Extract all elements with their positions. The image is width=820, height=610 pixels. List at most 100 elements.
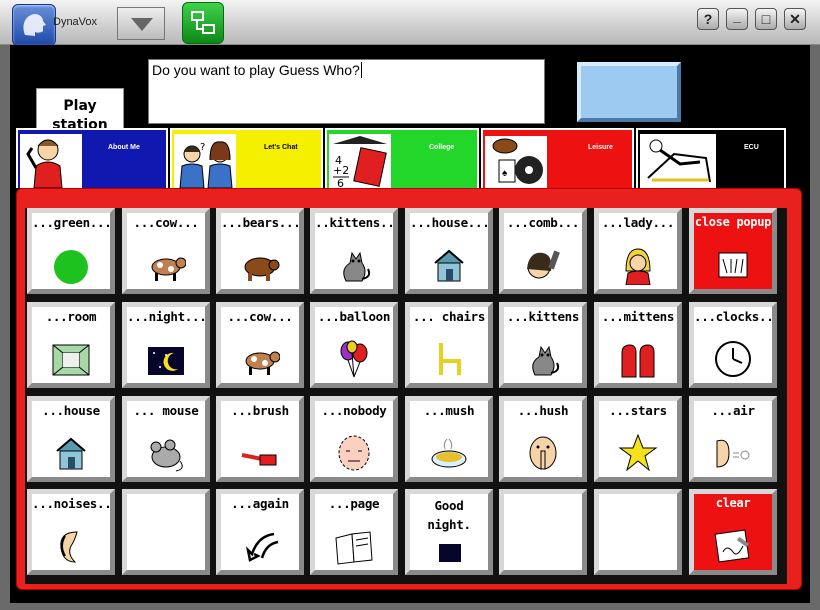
symbol-button-good-night[interactable]: Good night.: [405, 489, 493, 575]
symbol-label: ...night...: [127, 309, 205, 324]
room-icon: [51, 339, 91, 379]
symbol-label: Good night.: [427, 498, 471, 532]
symbol-label: ...bears...: [221, 215, 299, 230]
symbol-label: ...page: [328, 496, 380, 511]
symbol-button-cow[interactable]: ...cow...: [216, 302, 304, 388]
symbol-label: ...brush: [231, 403, 289, 418]
help-button[interactable]: ?: [697, 8, 719, 30]
tab-about-me[interactable]: About Me: [16, 128, 168, 189]
symbol-button-mittens[interactable]: ...mittens: [594, 302, 682, 388]
svg-text:+2: +2: [333, 164, 349, 177]
ear-icon: [51, 526, 91, 566]
symbol-button-kittens[interactable]: ..kittens..: [310, 208, 398, 294]
symbol-button-mouse[interactable]: ... mouse: [122, 396, 210, 482]
tab-leisure[interactable]: ♠ Leisure: [481, 128, 634, 190]
balloon-icon: [334, 339, 374, 379]
symbol-label: ...room: [45, 309, 97, 324]
symbol-button-balloon[interactable]: ...balloon: [310, 302, 398, 388]
star-icon: [618, 433, 658, 473]
symbol-button-room[interactable]: ...room: [27, 302, 115, 388]
symbol-button-kittens[interactable]: ...kittens: [499, 302, 587, 388]
tab-lets-chat[interactable]: ? Let's Chat: [170, 128, 323, 189]
symbol-button-air[interactable]: ...air: [689, 396, 777, 482]
symbol-label: clear: [715, 496, 751, 510]
message-text: Do you want to play Guess Who?: [152, 62, 360, 78]
symbol-label: ...hush: [517, 403, 569, 418]
symbol-button-night[interactable]: ...night...: [122, 302, 210, 388]
symbol-label: ...green...: [32, 215, 110, 230]
symbol-label: ...house: [42, 403, 100, 418]
cow-icon: [146, 245, 187, 285]
symbol-label: ...balloon: [317, 309, 391, 324]
about-me-icon: [20, 134, 82, 189]
symbol-button-empty[interactable]: [499, 489, 587, 575]
chair-icon: [429, 339, 469, 379]
nobody-icon: [334, 433, 374, 473]
house-icon: [429, 245, 469, 285]
air-icon: [713, 433, 753, 473]
symbol-button-house[interactable]: ...house: [27, 396, 115, 482]
book-icon: [334, 526, 374, 566]
symbol-button-close-popup[interactable]: close popup: [689, 208, 777, 294]
cow-icon: [240, 339, 281, 379]
symbol-button-bears[interactable]: ...bears...: [216, 208, 304, 294]
title-bar: DynaVox ? _ □ ✕: [0, 0, 820, 46]
symbol-button-clocks[interactable]: ...clocks...: [689, 302, 777, 388]
close-popup-icon: [713, 245, 753, 285]
text-caret: [360, 62, 362, 78]
message-window[interactable]: Do you want to play Guess Who?: [148, 59, 545, 124]
hush-icon: [523, 433, 563, 473]
symbol-label: ...clocks...: [694, 309, 772, 324]
symbol-label: ..kittens..: [315, 215, 393, 230]
brush-icon: [240, 433, 280, 473]
menu-dropdown-button[interactable]: [117, 7, 165, 40]
green-dot-icon: [51, 245, 91, 285]
symbol-label: ...kittens: [506, 309, 580, 324]
minimize-button[interactable]: _: [726, 8, 748, 30]
tab-college[interactable]: 4 +2 6 College: [325, 128, 479, 190]
ecu-icon: [640, 134, 716, 188]
mittens-icon: [618, 339, 658, 379]
symbol-button-nobody[interactable]: ...nobody: [310, 396, 398, 482]
bear-icon: [240, 245, 280, 285]
clock-icon: [713, 339, 753, 379]
symbol-label: ... chairs: [412, 309, 486, 324]
symbol-button-empty[interactable]: [594, 489, 682, 575]
symbol-label: ...cow...: [227, 309, 293, 324]
symbol-label: ...mush: [423, 403, 475, 418]
symbol-button-cow[interactable]: ...cow...: [122, 208, 210, 294]
close-button[interactable]: ✕: [784, 8, 806, 30]
night-icon: [146, 339, 186, 379]
symbol-label: ...stars: [609, 403, 667, 418]
clear-icon: [713, 526, 753, 566]
maximize-button[interactable]: □: [755, 8, 777, 30]
symbol-button-stars[interactable]: ...stars: [594, 396, 682, 482]
tab-label-leisure: Leisure: [588, 144, 613, 151]
tab-label-college: College: [429, 144, 455, 151]
tab-ecu[interactable]: ECU: [636, 128, 786, 188]
symbol-button-green[interactable]: ...green...: [27, 208, 115, 294]
symbol-button-brush[interactable]: ...brush: [216, 396, 304, 482]
lets-chat-icon: ?: [174, 134, 236, 189]
symbol-button-empty[interactable]: [122, 489, 210, 575]
college-icon: 4 +2 6: [329, 134, 391, 190]
symbol-button-comb[interactable]: ...comb...: [499, 208, 587, 294]
symbol-button-hush[interactable]: ...hush: [499, 396, 587, 482]
symbol-grid: ...green... ...cow... ...bears... ..kittens…: [25, 208, 787, 584]
mush-icon: [429, 433, 469, 473]
page-navigator-button[interactable]: [182, 2, 224, 44]
symbol-button-chairs[interactable]: ... chairs: [405, 302, 493, 388]
svg-text:?: ?: [200, 142, 205, 153]
symbol-button-mush[interactable]: ...mush: [405, 396, 493, 482]
symbol-label: ...again: [231, 496, 289, 511]
symbol-button-page[interactable]: ...page: [310, 489, 398, 575]
speak-button[interactable]: [577, 62, 681, 122]
symbol-button-house[interactable]: ...house...: [405, 208, 493, 294]
symbol-label: ...noises...: [32, 496, 110, 511]
symbol-label: ...cow...: [133, 215, 199, 230]
symbol-button-clear[interactable]: clear: [689, 489, 777, 575]
symbol-button-again[interactable]: ...again: [216, 489, 304, 575]
dynavox-logo-icon[interactable]: [12, 4, 56, 46]
symbol-button-lady[interactable]: ...lady...: [594, 208, 682, 294]
symbol-button-noises[interactable]: ...noises...: [27, 489, 115, 575]
